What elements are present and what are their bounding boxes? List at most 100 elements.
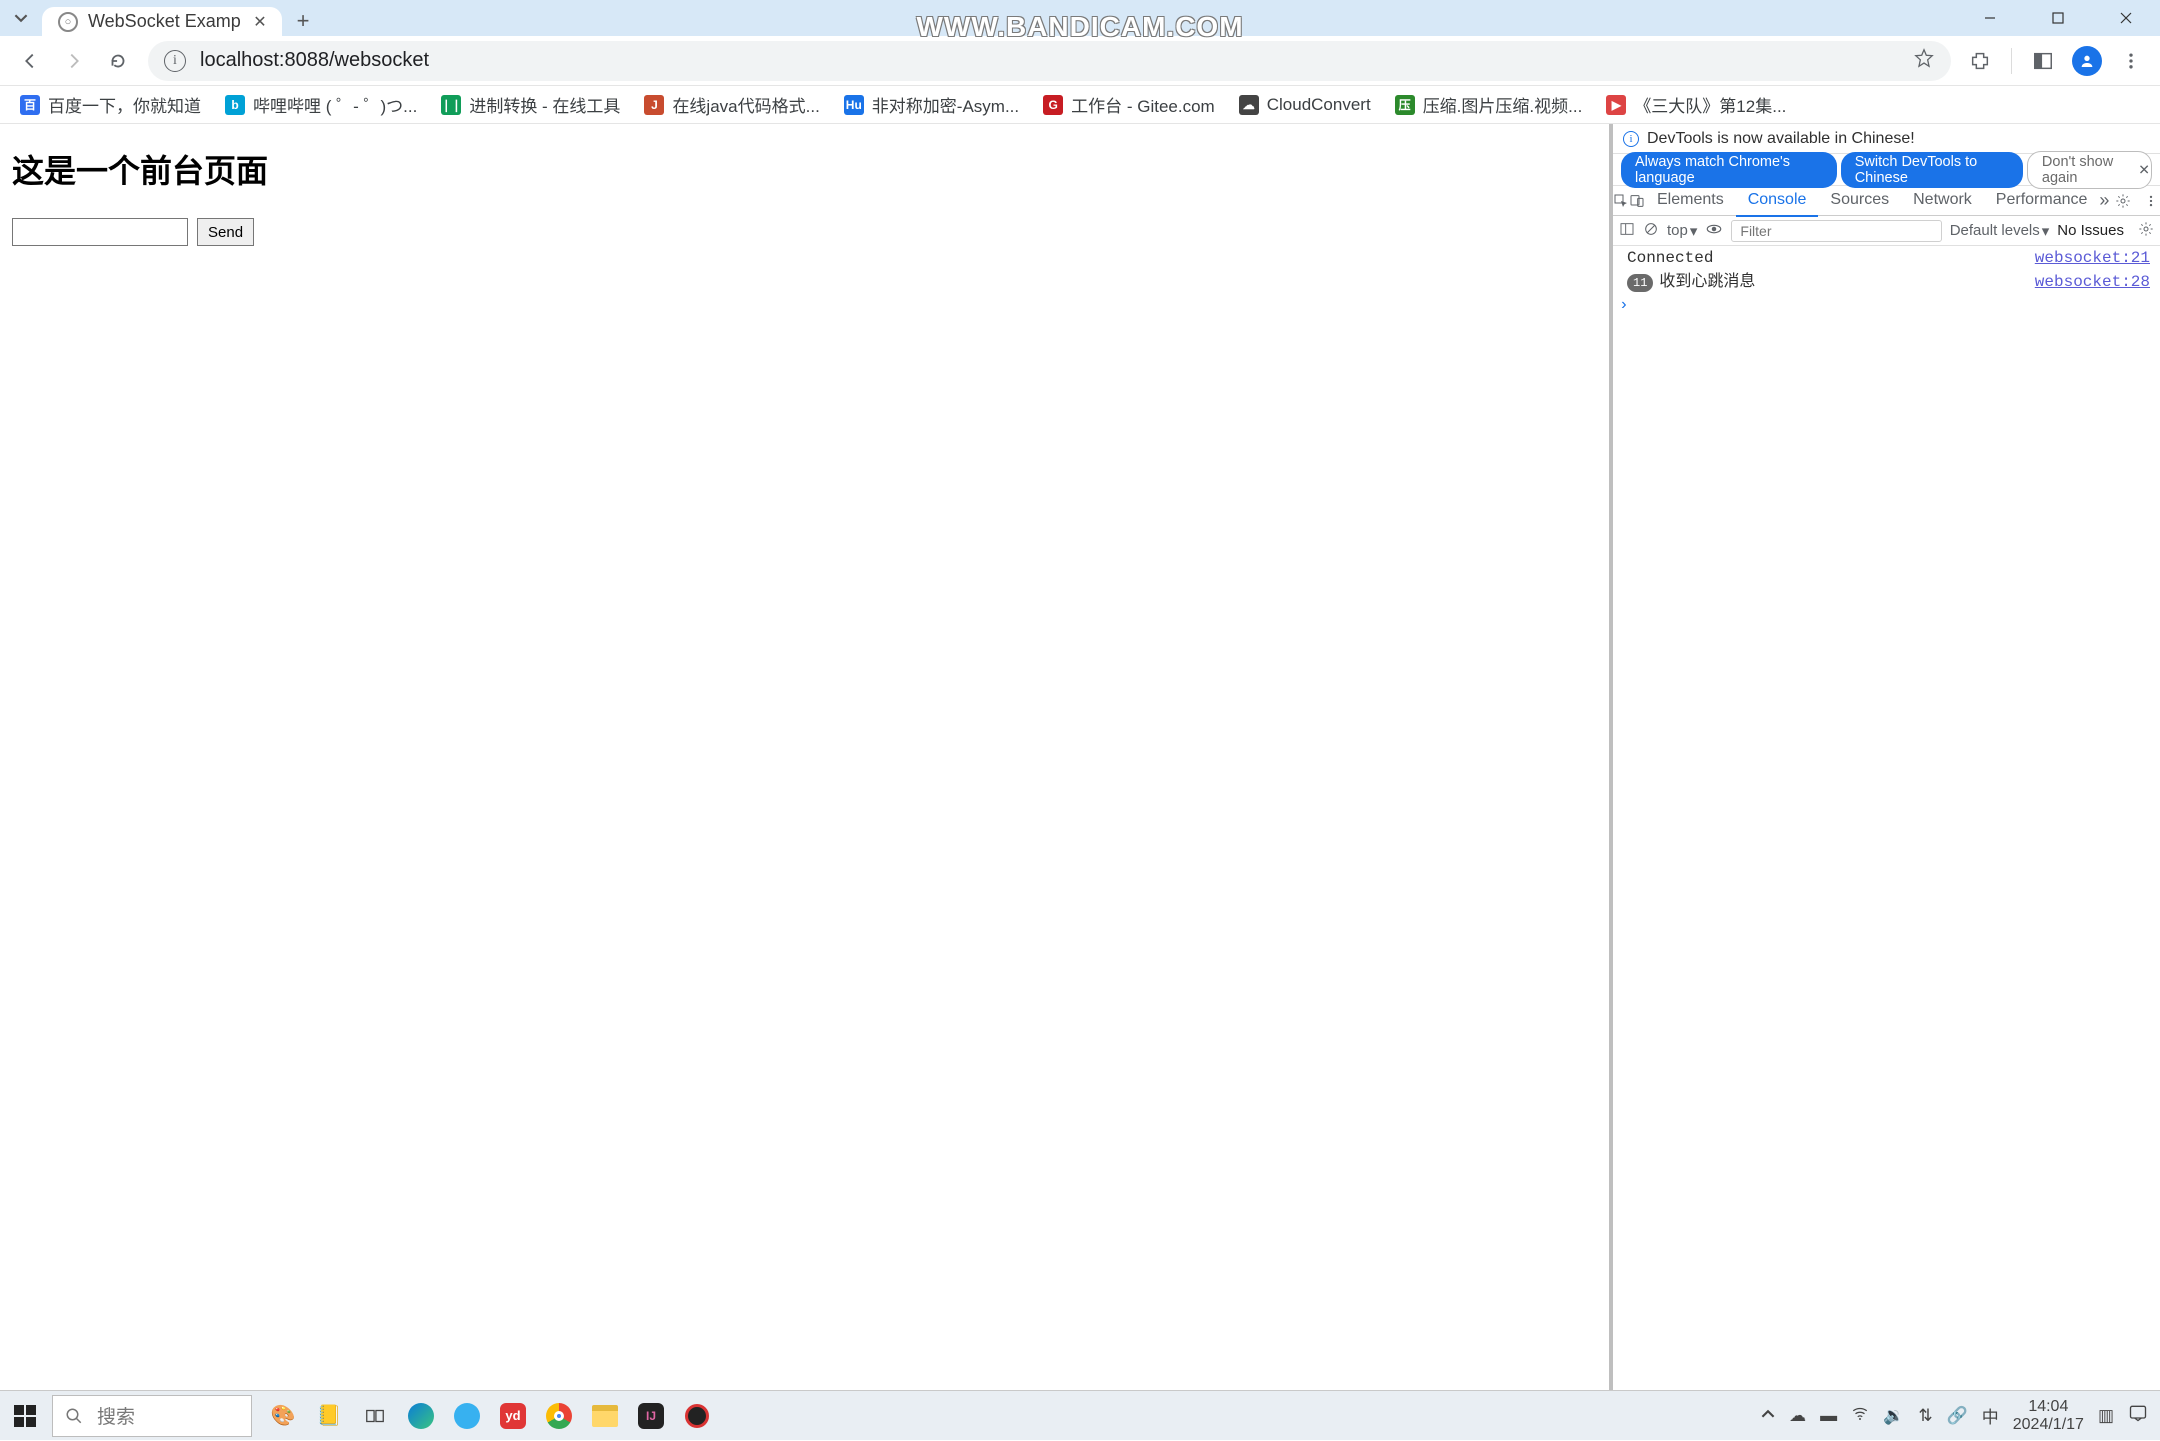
site-info-icon[interactable]: i [164, 50, 186, 72]
device-toggle-icon[interactable] [1629, 193, 1645, 209]
maximize-button[interactable] [2024, 0, 2092, 36]
notice-close-icon[interactable]: ✕ [2138, 161, 2150, 178]
filter-input[interactable] [1731, 220, 1941, 242]
window-controls [1956, 0, 2160, 36]
close-window-button[interactable] [2092, 0, 2160, 36]
taskbar-app-youdao[interactable]: yd [492, 1395, 534, 1437]
bookmark-favicon: ▶ [1606, 95, 1626, 115]
reload-button[interactable] [98, 41, 138, 81]
bookmark-favicon: 百 [20, 95, 40, 115]
tray-link-icon[interactable]: 🔗 [1947, 1406, 1968, 1426]
bookmark-item[interactable]: 压压缩.图片压缩.视频... [1385, 88, 1593, 121]
start-button[interactable] [0, 1391, 50, 1441]
context-selector[interactable]: top ▾ [1667, 222, 1697, 240]
system-tray: ☁ ▬ 🔉 ⇅ 🔗 中 14:04 2024/1/17 ▥ [1761, 1398, 2160, 1434]
devtools-tab-network[interactable]: Network [1901, 185, 1984, 216]
taskbar-app-bandicam[interactable] [676, 1395, 718, 1437]
windows-taskbar: 搜索 🎨 📒 yd IJ ☁ ▬ 🔉 ⇅ 🔗 中 14:04 2024/1/17… [0, 1390, 2160, 1440]
bookmark-star-icon[interactable] [1913, 47, 1935, 74]
devtools-tab-console[interactable]: Console [1736, 185, 1819, 217]
bookmark-label: 进制转换 - 在线工具 [469, 92, 620, 117]
dropdown-icon: ▾ [2042, 222, 2050, 240]
toolbar-divider [2011, 48, 2012, 74]
devtools-tab-performance[interactable]: Performance [1984, 185, 2100, 216]
url-text: localhost:8088/websocket [200, 49, 1899, 72]
taskbar-app-qq[interactable] [446, 1395, 488, 1437]
devtools-tab-sources[interactable]: Sources [1818, 185, 1901, 216]
dont-show-button[interactable]: Don't show again [2027, 151, 2152, 189]
clock-date: 2024/1/17 [2013, 1416, 2084, 1434]
console-toolbar: top ▾ Default levels ▾ No Issues [1613, 216, 2160, 246]
send-button[interactable]: Send [197, 218, 254, 246]
bookmark-item[interactable]: G工作台 - Gitee.com [1033, 88, 1225, 121]
bookmark-label: 非对称加密-Asym... [872, 92, 1019, 117]
devtools-menu-icon[interactable] [2137, 194, 2160, 208]
bookmark-item[interactable]: ☁CloudConvert [1229, 91, 1381, 119]
console-settings-icon[interactable] [2138, 221, 2154, 241]
taskbar-clock[interactable]: 14:04 2024/1/17 [2013, 1398, 2084, 1434]
tray-wifi-icon[interactable] [1851, 1404, 1869, 1427]
tray-cloud-icon[interactable]: ☁ [1789, 1406, 1806, 1426]
forward-button[interactable] [54, 41, 94, 81]
bookmark-item[interactable]: ❘❘ 进制转换 - 在线工具 [431, 88, 630, 121]
tray-chart-icon[interactable]: ▥ [2098, 1406, 2114, 1426]
console-sidebar-icon[interactable] [1619, 221, 1635, 241]
page-heading: 这是一个前台页面 [12, 146, 1597, 192]
tab-title: WebSocket Example [88, 11, 240, 32]
issues-label[interactable]: No Issues [2057, 222, 2124, 239]
log-message: 11收到心跳消息 [1627, 271, 2035, 293]
bookmark-label: 压缩.图片压缩.视频... [1423, 92, 1583, 117]
devtools-settings-icon[interactable] [2109, 193, 2137, 209]
bookmark-item[interactable]: 百百度一下，你就知道 [10, 88, 211, 121]
tray-volume-icon[interactable]: 🔉 [1883, 1406, 1904, 1426]
profile-avatar[interactable] [2072, 46, 2102, 76]
tray-share-icon[interactable]: ⇅ [1918, 1406, 1932, 1426]
console-log-row: 11收到心跳消息websocket:28 [1613, 270, 2160, 294]
always-match-button[interactable]: Always match Chrome's language [1621, 152, 1837, 188]
back-button[interactable] [10, 41, 50, 81]
info-icon: i [1623, 131, 1639, 147]
bookmark-item[interactable]: Hu非对称加密-Asym... [834, 88, 1029, 121]
clear-console-icon[interactable] [1643, 221, 1659, 241]
log-levels-selector[interactable]: Default levels ▾ [1950, 222, 2050, 240]
taskbar-app-taskview[interactable] [354, 1395, 396, 1437]
tab-close-icon[interactable]: ✕ [250, 12, 270, 32]
taskbar-app-explorer[interactable] [584, 1395, 626, 1437]
taskbar-app-paint[interactable]: 🎨 [262, 1395, 304, 1437]
inspect-element-icon[interactable] [1613, 193, 1629, 209]
message-input[interactable] [12, 218, 188, 246]
more-tabs-icon[interactable]: » [2099, 190, 2109, 211]
address-bar[interactable]: i localhost:8088/websocket [148, 41, 1951, 81]
bookmark-favicon: ❘❘ [441, 95, 461, 115]
extensions-icon[interactable] [1961, 42, 1999, 80]
tray-battery-icon[interactable]: ▬ [1820, 1406, 1837, 1426]
bookmark-item[interactable]: ▶ 《三大队》第12集... [1596, 88, 1796, 121]
devtools-tab-elements[interactable]: Elements [1645, 185, 1736, 216]
bookmark-item[interactable]: b哔哩哔哩 ( ゜- ゜)つ... [215, 88, 427, 121]
minimize-button[interactable] [1956, 0, 2024, 36]
bookmark-item[interactable]: J在线java代码格式... [634, 88, 829, 121]
bookmark-favicon: J [644, 95, 664, 115]
browser-tab[interactable]: ○ WebSocket Example ✕ [42, 7, 282, 36]
bookmark-label: 《三大队》第12集... [1634, 92, 1786, 117]
taskbar-app-edge[interactable] [400, 1395, 442, 1437]
new-tab-button[interactable]: + [282, 5, 324, 36]
side-panel-icon[interactable] [2024, 42, 2062, 80]
tablist-dropdown[interactable] [0, 0, 42, 36]
console-prompt[interactable]: › [1613, 294, 2160, 314]
notification-center-icon[interactable] [2128, 1403, 2148, 1428]
log-source-link[interactable]: websocket:28 [2035, 271, 2150, 293]
bookmark-favicon: ☁ [1239, 95, 1259, 115]
taskbar-app-chrome[interactable] [538, 1395, 580, 1437]
chrome-menu-icon[interactable] [2112, 42, 2150, 80]
tray-expand-icon[interactable] [1761, 1406, 1775, 1426]
log-count-badge: 11 [1627, 274, 1653, 292]
switch-language-button[interactable]: Switch DevTools to Chinese [1841, 152, 2023, 188]
live-expression-icon[interactable] [1705, 220, 1723, 242]
taskbar-app-ide[interactable]: IJ [630, 1395, 672, 1437]
log-source-link[interactable]: websocket:21 [2035, 247, 2150, 269]
taskbar-search[interactable]: 搜索 [52, 1395, 252, 1437]
ime-indicator[interactable]: 中 [1982, 1403, 1999, 1428]
bookmark-favicon: 压 [1395, 95, 1415, 115]
taskbar-app-files[interactable]: 📒 [308, 1395, 350, 1437]
